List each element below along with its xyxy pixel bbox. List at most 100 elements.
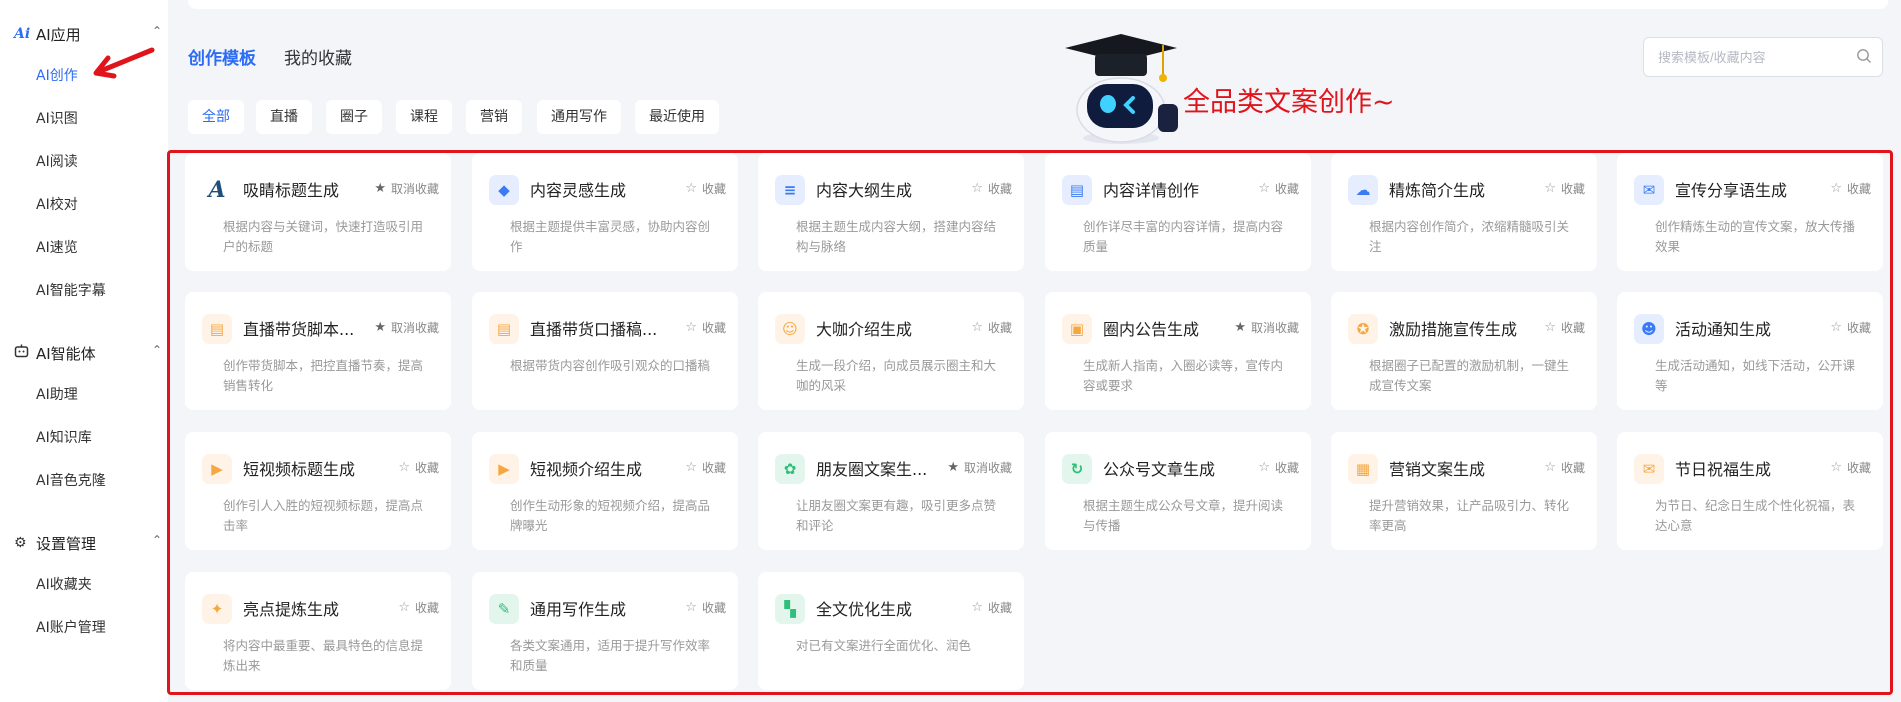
favorite-toggle[interactable]: ★ 取消收藏	[1234, 319, 1299, 336]
chevron-up-icon[interactable]: ⌃	[152, 24, 162, 38]
favorite-toggle[interactable]: ☆ 收藏	[685, 459, 726, 476]
filter-general-writing[interactable]: 通用写作	[537, 100, 621, 134]
filter-marketing[interactable]: 营销	[466, 100, 522, 134]
template-description: 创作引人入胜的短视频标题，提高点击率	[223, 498, 424, 533]
favorite-toggle[interactable]: ☆ 收藏	[1830, 459, 1871, 476]
document-icon: ▤	[1062, 175, 1092, 205]
sidebar-group-label: AI应用	[36, 25, 81, 44]
template-card[interactable]: ▦ 营销文案生成 ☆ 收藏 提升营销效果，让产品吸引力、转化率更高	[1331, 432, 1597, 550]
favorite-toggle[interactable]: ☆ 收藏	[971, 599, 1012, 616]
optimize-icon: ▚	[775, 594, 805, 624]
filter-live[interactable]: 直播	[256, 100, 312, 134]
favorite-label: 取消收藏	[390, 321, 439, 335]
favorite-toggle[interactable]: ☆ 收藏	[971, 180, 1012, 197]
star-icon: ☆	[685, 320, 697, 335]
annotation-headline: 全品类文案创作~	[1183, 87, 1395, 118]
tab-templates[interactable]: 创作模板	[188, 44, 256, 69]
template-title: 内容详情创作	[1103, 181, 1200, 200]
search-icon[interactable]	[1856, 48, 1872, 64]
template-description: 根据内容与关键词，快速打造吸引用户的标题	[223, 219, 424, 254]
robot-icon	[14, 344, 32, 362]
template-card[interactable]: ↻ 公众号文章生成 ☆ 收藏 根据主题生成公众号文章，提升阅读与传播	[1045, 432, 1311, 550]
favorite-toggle[interactable]: ☆ 收藏	[1258, 459, 1299, 476]
favorite-toggle[interactable]: ★ 取消收藏	[947, 459, 1012, 476]
sidebar: Ai AI应用 ⌃ AI创作 AI识图 AI阅读 AI校对 AI速览 AI智能字…	[0, 0, 168, 702]
favorite-toggle[interactable]: ☆ 收藏	[1830, 180, 1871, 197]
template-description: 创作详尽丰富的内容详情，提高内容质量	[1083, 219, 1284, 254]
template-description: 创作带货脚本，把控直播节奏，提高销售转化	[223, 358, 424, 393]
favorite-toggle[interactable]: ★ 取消收藏	[374, 180, 439, 197]
template-card[interactable]: ✪ 激励措施宣传生成 ☆ 收藏 根据圈子已配置的激励机制，一键生成宣传文案	[1331, 292, 1597, 410]
favorite-toggle[interactable]: ★ 取消收藏	[374, 319, 439, 336]
favorite-toggle[interactable]: ☆ 收藏	[1544, 459, 1585, 476]
filter-all[interactable]: 全部	[188, 100, 244, 134]
notice-icon: ▣	[1062, 314, 1092, 344]
template-card[interactable]: ▤ 内容详情创作 ☆ 收藏创作详尽丰富的内容详情，提高内容质量	[1045, 153, 1311, 271]
template-card[interactable]: ▤ 直播带货脚本... ★ 取消收藏 创作带货脚本，把控直播节奏，提高销售转化	[185, 292, 451, 410]
sidebar-group-ai-agent[interactable]: AI智能体 ⌃	[14, 341, 166, 365]
template-description: 将内容中最重要、最具特色的信息提炼出来	[223, 638, 424, 673]
template-card[interactable]: ≡ 内容大纲生成 ☆ 收藏 根据主题生成内容大纲，搭建内容结构与脉络	[758, 153, 1024, 271]
template-card[interactable]: A 吸睛标题生成 ★ 取消收藏 根据内容与关键词，快速打造吸引用户的标题	[185, 153, 451, 271]
star-icon: ☆	[685, 181, 697, 196]
sidebar-item-ai-favorites[interactable]: AI收藏夹	[36, 574, 92, 596]
star-icon: ★	[374, 181, 386, 196]
template-card[interactable]: ✎ 通用写作生成 ☆ 收藏 各类文案通用，适用于提升写作效率和质量	[472, 572, 738, 690]
sidebar-item-ai-skim[interactable]: AI速览	[36, 237, 78, 259]
tab-my-favorites[interactable]: 我的收藏	[284, 44, 352, 69]
filter-circle[interactable]: 圈子	[326, 100, 382, 134]
favorite-toggle[interactable]: ☆ 收藏	[398, 599, 439, 616]
template-card[interactable]: ▶ 短视频标题生成 ☆ 收藏 创作引人入胜的短视频标题，提高点击率	[185, 432, 451, 550]
favorite-toggle[interactable]: ☆ 收藏	[1258, 180, 1299, 197]
sidebar-item-ai-knowledge[interactable]: AI知识库	[36, 427, 92, 449]
favorite-toggle[interactable]: ☆ 收藏	[685, 599, 726, 616]
template-card[interactable]: ▶ 短视频介绍生成 ☆ 收藏 创作生动形象的短视频介绍，提高品牌曝光	[472, 432, 738, 550]
favorite-toggle[interactable]: ☆ 收藏	[685, 319, 726, 336]
template-card[interactable]: ◆ 内容灵感生成 ☆ 收藏 根据主题提供丰富灵感，协助内容创作	[472, 153, 738, 271]
favorite-label: 收藏	[987, 601, 1012, 615]
template-card[interactable]: ▣ 圈内公告生成 ★ 取消收藏 生成新人指南，入圈必读等，宣传内容或要求	[1045, 292, 1311, 410]
sidebar-item-ai-create[interactable]: AI创作	[36, 65, 78, 87]
sidebar-item-ai-voice-clone[interactable]: AI音色克隆	[36, 470, 106, 492]
favorite-toggle[interactable]: ☆ 收藏	[398, 459, 439, 476]
favorite-label: 收藏	[414, 601, 439, 615]
chevron-up-icon[interactable]: ⌃	[152, 533, 162, 547]
favorite-label: 收藏	[701, 321, 726, 335]
template-description: 根据内容创作简介，浓缩精髓吸引关注	[1369, 219, 1570, 254]
template-card[interactable]: ☻ 活动通知生成 ☆ 收藏 生成活动通知，如线下活动，公开课等	[1617, 292, 1883, 410]
template-card[interactable]: ▤ 直播带货口播稿... ☆ 收藏 根据带货内容创作吸引观众的口播稿	[472, 292, 738, 410]
filter-course[interactable]: 课程	[396, 100, 452, 134]
template-card[interactable]: ▚ 全文优化生成 ☆ 收藏 对已有文案进行全面优化、润色	[758, 572, 1024, 690]
star-icon: ★	[374, 320, 386, 335]
video-icon: ▶	[489, 454, 519, 484]
template-card[interactable]: ✉ 节日祝福生成 ☆ 收藏 为节日、纪念日生成个性化祝福，表达心意	[1617, 432, 1883, 550]
template-title: 活动通知生成	[1675, 320, 1772, 339]
template-description: 生成新人指南，入圈必读等，宣传内容或要求	[1083, 358, 1284, 393]
megaphone-icon: ✉	[1634, 175, 1664, 205]
sidebar-item-ai-assistant[interactable]: AI助理	[36, 384, 78, 406]
ai-logo-icon: Ai	[14, 26, 31, 42]
search-input[interactable]	[1658, 47, 1848, 67]
filter-recent[interactable]: 最近使用	[635, 100, 719, 134]
sidebar-item-ai-subtitles[interactable]: AI智能字幕	[36, 280, 106, 302]
star-icon: ☆	[971, 181, 983, 196]
sidebar-item-ai-account[interactable]: AI账户管理	[36, 617, 106, 639]
template-card[interactable]: ✿ 朋友圈文案生... ★ 取消收藏 让朋友圈文案更有趣，吸引更多点赞和评论	[758, 432, 1024, 550]
favorite-toggle[interactable]: ☆ 收藏	[685, 180, 726, 197]
sidebar-item-ai-image[interactable]: AI识图	[36, 108, 78, 130]
template-title: 朋友圈文案生...	[816, 460, 928, 479]
template-card[interactable]: ✉ 宣传分享语生成 ☆ 收藏 创作精炼生动的宣传文案，放大传播效果	[1617, 153, 1883, 271]
sidebar-group-settings[interactable]: ⚙ 设置管理 ⌃	[14, 531, 166, 555]
sidebar-item-ai-proofread[interactable]: AI校对	[36, 194, 78, 216]
aperture-icon: ✿	[775, 454, 805, 484]
chevron-up-icon[interactable]: ⌃	[152, 343, 162, 357]
favorite-toggle[interactable]: ☆ 收藏	[1544, 319, 1585, 336]
star-icon: ☆	[971, 600, 983, 615]
favorite-toggle[interactable]: ☆ 收藏	[971, 319, 1012, 336]
sidebar-item-ai-read[interactable]: AI阅读	[36, 151, 78, 173]
favorite-toggle[interactable]: ☆ 收藏	[1830, 319, 1871, 336]
favorite-toggle[interactable]: ☆ 收藏	[1544, 180, 1585, 197]
template-card[interactable]: ☺ 大咖介绍生成 ☆ 收藏 生成一段介绍，向成员展示圈主和大咖的风采	[758, 292, 1024, 410]
template-card[interactable]: ✦ 亮点提炼生成 ☆ 收藏 将内容中最重要、最具特色的信息提炼出来	[185, 572, 451, 690]
template-card[interactable]: ☁ 精炼简介生成 ☆ 收藏 根据内容创作简介，浓缩精髓吸引关注	[1331, 153, 1597, 271]
